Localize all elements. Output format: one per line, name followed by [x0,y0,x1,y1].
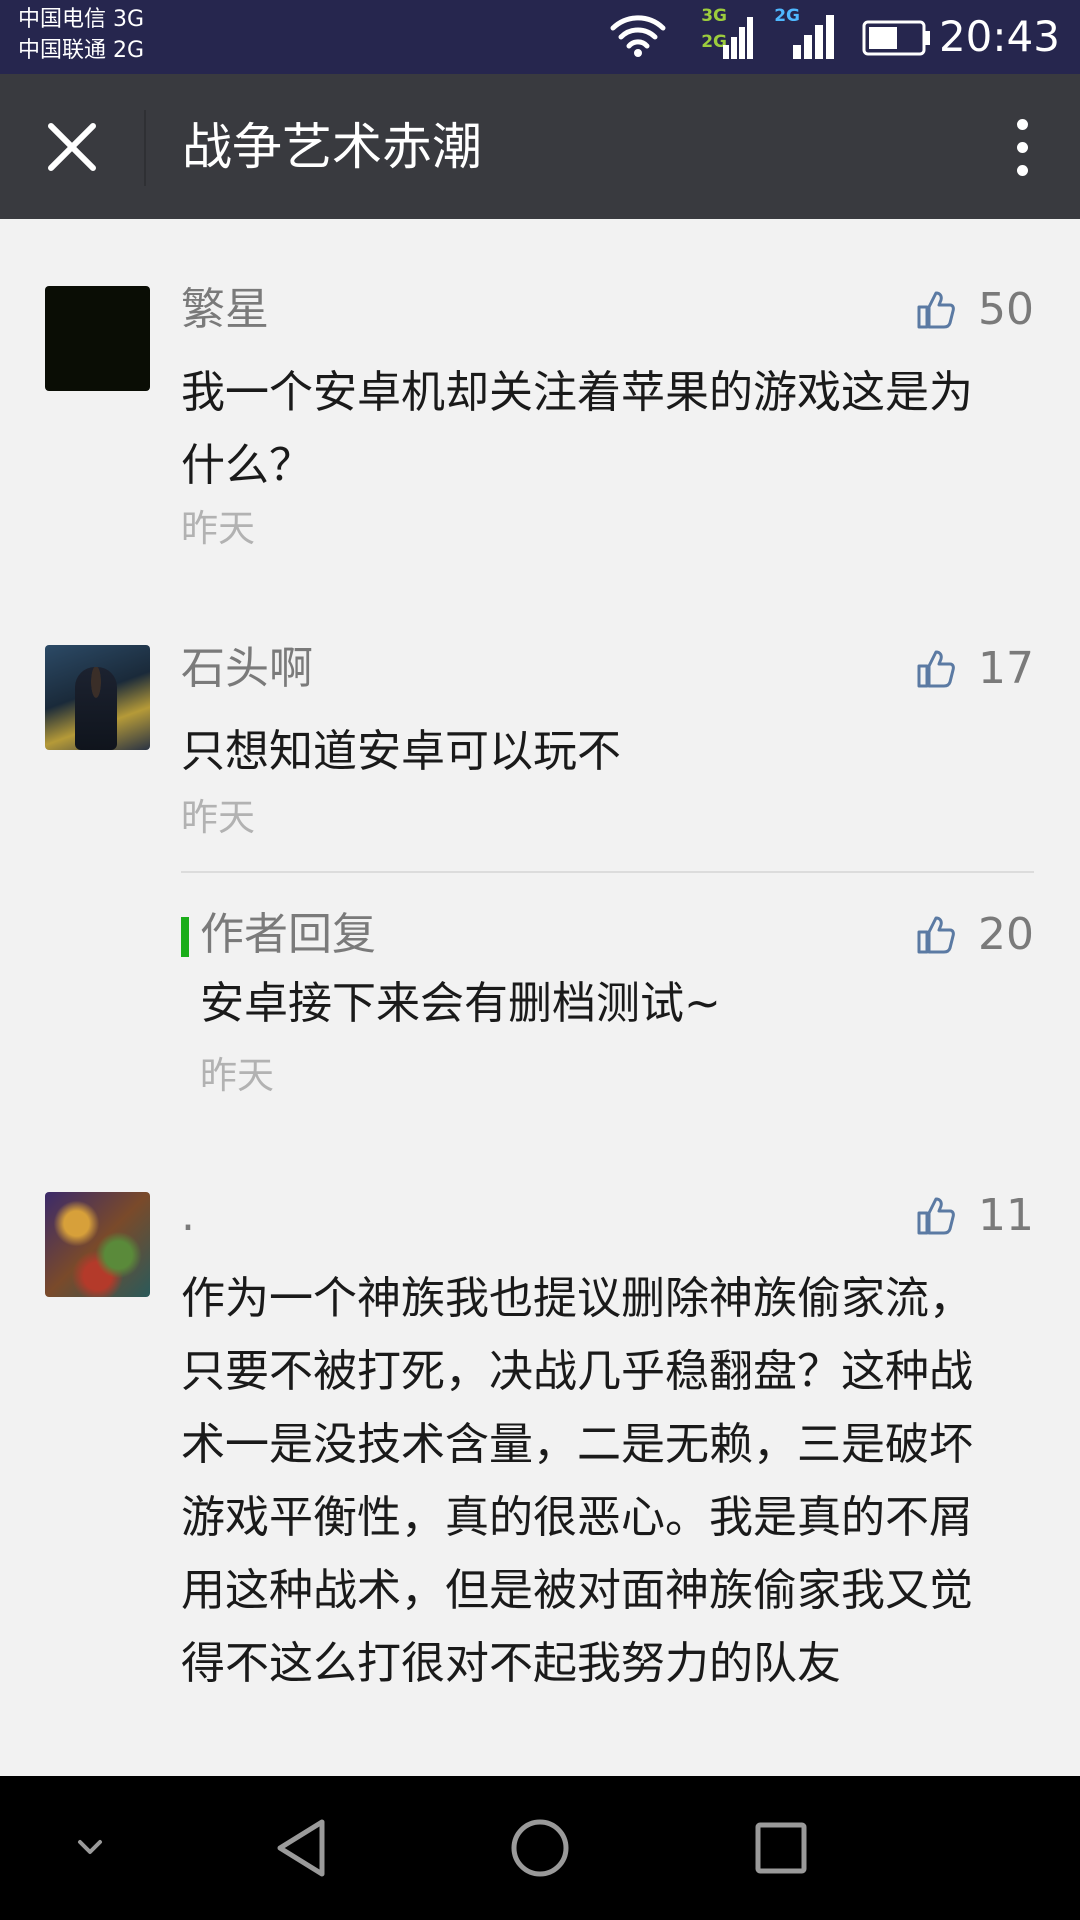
battery-icon [862,20,930,56]
status-bar: 中国电信 3G 中国联通 2G 3G 2G 2G 20:43 [0,0,1080,74]
more-vertical-icon [1016,118,1028,130]
system-nav-bar [0,1776,1080,1920]
like-button[interactable]: 50 [916,282,1034,338]
close-icon [48,123,96,171]
wifi-icon [610,15,666,57]
carrier-1: 中国电信 3G [18,7,145,32]
avatar[interactable] [45,286,150,391]
comment-time: 昨天 [181,507,255,550]
comment-author[interactable]: . [181,1188,195,1244]
comment-text: 作为一个神族我也提议删除神族偷家流，只要不被打死，决战几乎稳翻盘？这种战术一是没… [181,1273,973,1689]
like-button[interactable]: 20 [916,907,1034,963]
reply-label: 作者回复 [200,909,376,960]
back-icon [277,1819,325,1877]
like-count: 50 [978,284,1034,335]
signal-icon [793,15,834,59]
avatar[interactable] [45,645,150,750]
hide-keyboard-icon [78,1840,102,1854]
comment-time: 昨天 [181,796,255,839]
app-header: 战争艺术赤潮 [0,74,1080,219]
reply-text: 安卓接下来会有删档测试~ [200,978,721,1029]
reply-accent-bar [181,917,189,957]
reply-divider [181,871,1034,873]
thumbs-up-icon [917,650,955,688]
more-vertical-icon [1016,141,1028,153]
thumbs-up-icon [917,1197,955,1235]
comment-author[interactable]: 石头啊 [181,641,313,697]
home-icon [511,1819,569,1877]
thumbs-up-icon [917,916,955,954]
carrier-2: 中国联通 2G [18,38,145,63]
like-button[interactable]: 11 [916,1188,1034,1244]
hide-keyboard-button[interactable] [68,1828,112,1868]
close-button[interactable] [36,114,108,180]
comment-list[interactable]: 繁星 50 我一个安卓机却关注着苹果的游戏这是为什么？ 昨天 石头啊 17 只想… [0,219,1080,1776]
like-count: 11 [978,1190,1034,1241]
like-count: 17 [978,643,1034,694]
comment-author[interactable]: 繁星 [181,282,269,338]
signal-icon [723,17,753,59]
carrier-info: 中国电信 3G 中国联通 2G [18,4,144,66]
back-button[interactable] [272,1816,332,1880]
recent-apps-icon [755,1822,807,1874]
like-button[interactable]: 17 [916,641,1034,697]
thumbs-up-icon [917,291,955,329]
comment-text: 我一个安卓机却关注着苹果的游戏这是为什么？ [181,367,973,491]
page-title: 战争艺术赤潮 [182,118,482,176]
recent-apps-button[interactable] [751,1816,811,1880]
avatar[interactable] [45,1192,150,1297]
comment-text: 只想知道安卓可以玩不 [181,726,621,777]
reply-time: 昨天 [200,1054,274,1097]
header-divider [144,110,146,186]
home-button[interactable] [510,1816,570,1880]
more-menu-button[interactable] [994,112,1050,182]
like-count: 20 [978,909,1034,960]
clock: 20:43 [938,12,1060,61]
more-vertical-icon [1016,164,1028,176]
